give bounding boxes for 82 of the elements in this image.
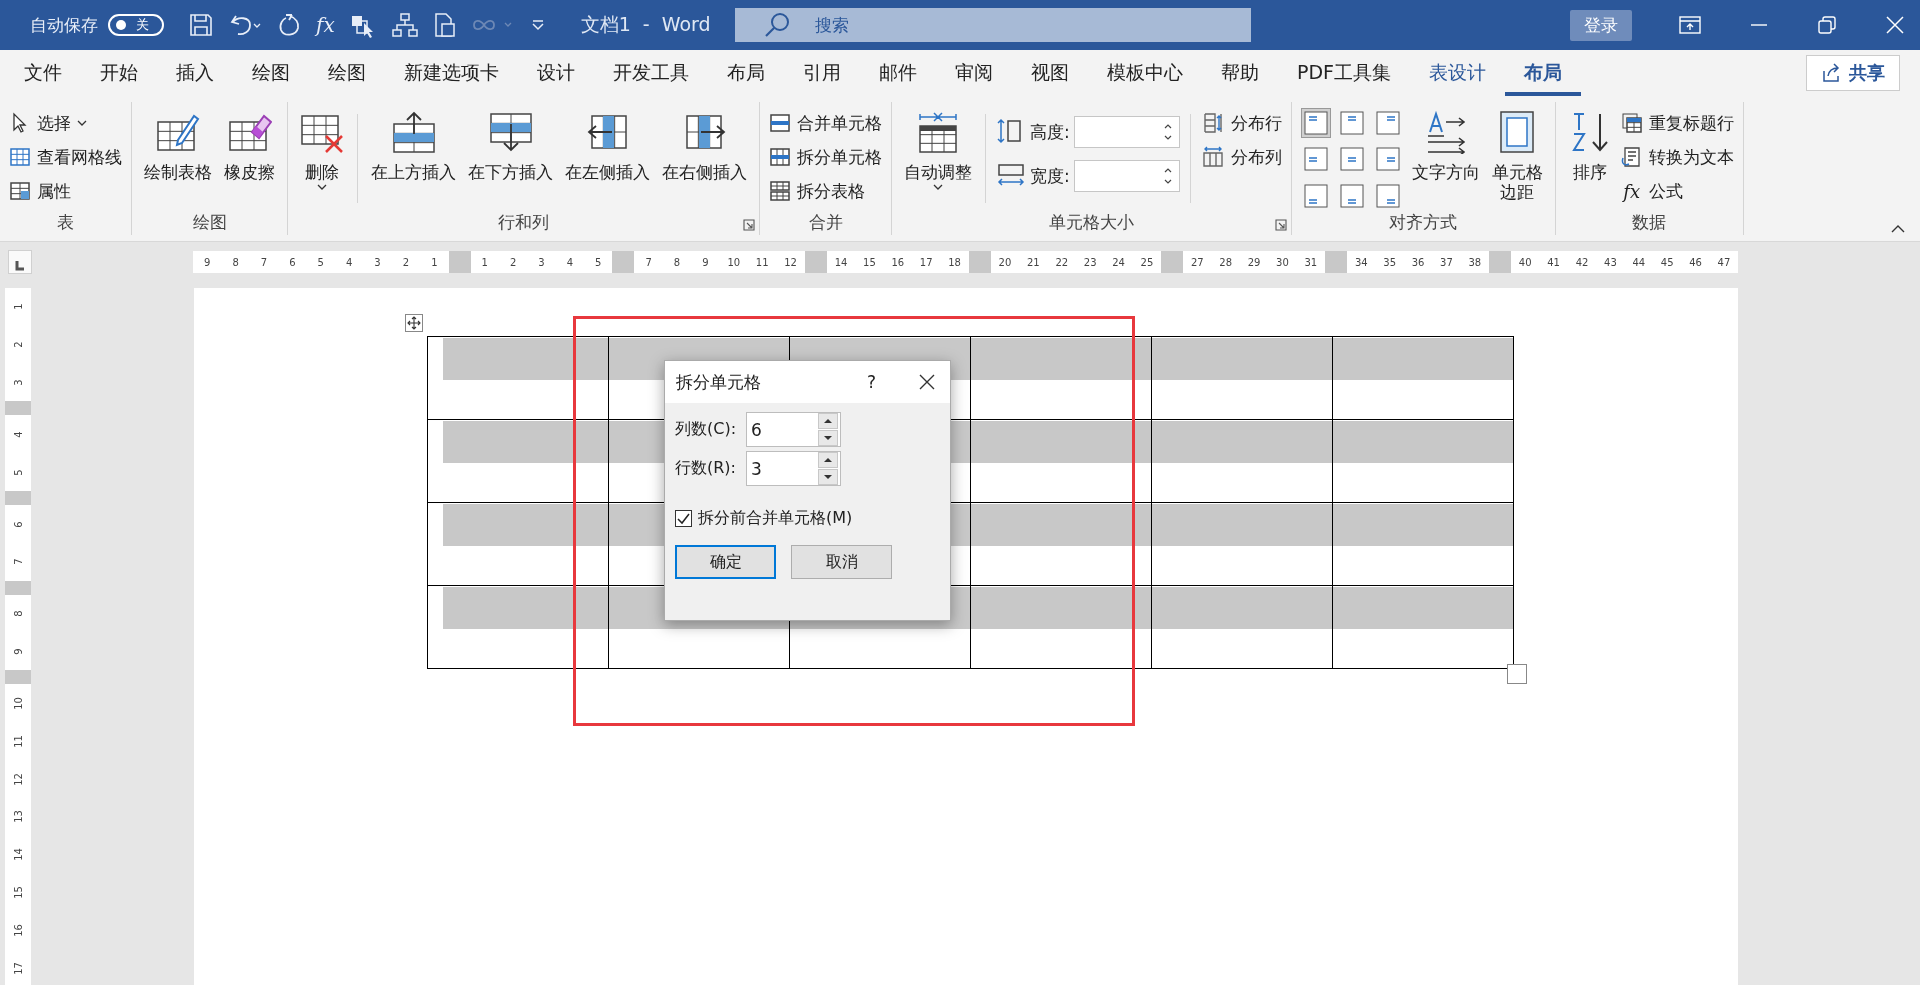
ruler-number: 8: [231, 256, 240, 268]
ruler-number: 31: [1303, 256, 1319, 268]
ruler-number: 15: [862, 256, 877, 268]
ruler-number: 16: [890, 256, 906, 268]
ruler-number: 35: [1382, 256, 1397, 268]
ruler-number: 13: [12, 810, 24, 824]
ruler-number: 22: [1054, 256, 1070, 268]
ruler-number: 10: [12, 697, 24, 710]
ruler-number: 4: [12, 431, 24, 438]
ruler-number: 2: [508, 256, 518, 268]
ruler-number: 6: [12, 520, 24, 528]
ruler-number: 30: [1275, 256, 1290, 268]
ruler-number: 1: [430, 256, 439, 268]
ruler-number: 9: [701, 256, 710, 268]
ruler-number: 4: [344, 256, 354, 268]
ruler-number: 7: [644, 256, 653, 268]
ruler-number: 36: [1410, 256, 1426, 268]
ruler-number: 44: [1631, 256, 1647, 268]
ruler-number: 41: [1546, 256, 1561, 268]
group-label: 对齐方式: [1388, 211, 1459, 234]
autosave-label: 自动保存: [30, 13, 98, 37]
formula-icon: fx: [1620, 180, 1643, 202]
ruler-number: 2: [401, 256, 411, 268]
field-label: 宽度:: [1030, 164, 1070, 188]
ruler-number: 38: [1467, 256, 1483, 268]
ruler-number: 23: [1082, 256, 1098, 268]
ruler-number: 17: [12, 961, 24, 975]
ruler-number: 24: [1111, 256, 1126, 268]
ruler-number: 16: [12, 923, 24, 937]
ruler-number: 4: [565, 256, 575, 268]
ruler-number: 29: [1246, 256, 1262, 268]
ruler-number: 18: [947, 256, 962, 268]
ruler-number: 45: [1659, 256, 1675, 268]
ruler-number: 11: [12, 734, 24, 748]
ruler-number: 14: [833, 256, 849, 268]
ruler-number: 3: [12, 379, 24, 386]
ruler-number: 1: [480, 256, 489, 268]
ruler-number: 27: [1189, 256, 1205, 268]
ruler-number: 5: [316, 256, 325, 268]
ruler-number: 25: [1139, 256, 1155, 268]
ruler-number: 5: [594, 256, 603, 268]
group-label: 合并: [807, 211, 844, 234]
ruler-number: 40: [1517, 256, 1533, 268]
checkbox-label: 拆分前合并单元格(M): [698, 508, 853, 529]
field-label: 行数(R):: [675, 458, 736, 479]
ruler-number: 9: [203, 256, 212, 268]
ruler-number: 6: [288, 256, 297, 268]
ruler-number: 8: [672, 256, 682, 268]
ruler-number: 7: [12, 558, 24, 566]
ruler-number: 43: [1603, 256, 1618, 268]
group-label: 行和列: [497, 211, 550, 234]
ruler-number: 28: [1218, 256, 1234, 268]
ruler-number: 3: [373, 256, 382, 268]
ruler-number: 10: [726, 256, 742, 268]
ruler-number: 12: [12, 772, 24, 786]
ruler-number: 47: [1716, 256, 1732, 268]
ruler-number: 2: [12, 341, 24, 348]
ruler-number: 34: [1353, 256, 1369, 268]
ruler-number: 3: [537, 256, 546, 268]
ruler-number: 12: [783, 256, 798, 268]
ruler-number: 7: [259, 256, 269, 268]
dialog-title: 拆分单元格: [676, 370, 761, 394]
ruler-number: 1: [12, 303, 24, 311]
document-title: 文档1 - Word: [580, 12, 711, 37]
ruler-number: 42: [1574, 256, 1590, 268]
ruler-number: 11: [754, 256, 770, 268]
field-label: 高度:: [1030, 120, 1070, 144]
group-label: 数据: [1631, 211, 1668, 234]
ruler-number: 14: [12, 848, 24, 862]
ruler-number: 21: [1026, 256, 1041, 268]
ruler-number: 8: [12, 610, 24, 617]
group-label: 绘图: [191, 211, 228, 234]
field-label: 列数(C):: [675, 419, 737, 440]
ruler-number: 20: [997, 256, 1013, 268]
ruler-number: 37: [1439, 256, 1454, 268]
group-label: 单元格大小: [1047, 211, 1135, 234]
ruler-number: 17: [918, 256, 934, 268]
ruler-number: 5: [12, 469, 24, 476]
ruler-number: 9: [12, 648, 24, 655]
ruler-number: 46: [1688, 256, 1703, 268]
ruler-number: 15: [12, 886, 24, 899]
group-label: 表: [56, 211, 75, 234]
